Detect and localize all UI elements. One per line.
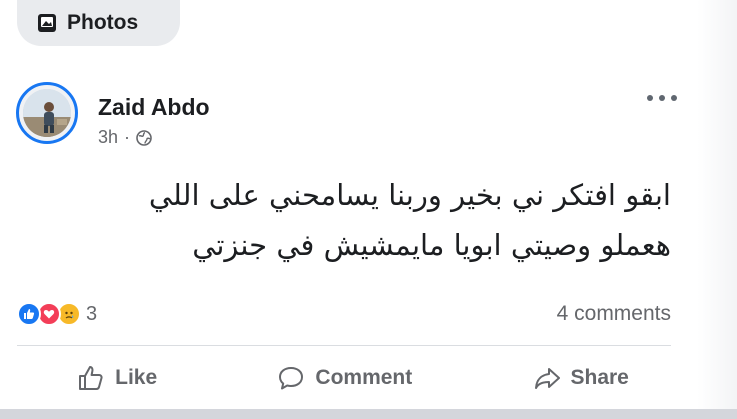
globe-icon[interactable]	[136, 129, 152, 146]
more-dot-icon	[659, 95, 665, 101]
divider	[17, 345, 671, 346]
like-icon	[77, 364, 105, 392]
meta-separator: ·	[124, 127, 131, 147]
post-meta: 3h ·	[98, 127, 152, 148]
feed-separator	[0, 409, 737, 419]
comment-button[interactable]: Comment	[277, 364, 412, 392]
post-time[interactable]: 3h	[98, 127, 118, 148]
avatar-photo	[23, 89, 71, 137]
background-edge	[697, 0, 737, 419]
like-label: Like	[115, 366, 158, 389]
photos-icon	[37, 13, 57, 33]
avatar[interactable]	[16, 82, 78, 144]
like-reaction-icon	[17, 302, 41, 326]
comment-icon	[277, 364, 305, 392]
post-text: ابقو افتكر ني بخير وربنا يسامحني على الل…	[31, 170, 671, 270]
more-options-button[interactable]	[647, 88, 677, 108]
more-dot-icon	[671, 95, 677, 101]
like-button[interactable]: Like	[77, 364, 157, 392]
post-text-line: هعملو وصيتي ابويا مايمشيش في جنزتي	[192, 228, 671, 262]
share-icon	[533, 364, 561, 392]
post-actions: Like Comment Share	[17, 352, 689, 404]
comment-label: Comment	[315, 366, 413, 389]
more-dot-icon	[647, 95, 653, 101]
share-button[interactable]: Share	[533, 364, 629, 392]
photos-tab-label: Photos	[67, 11, 139, 34]
reaction-count: 3	[86, 302, 98, 325]
photos-tab[interactable]: Photos	[17, 0, 180, 46]
share-label: Share	[570, 366, 629, 389]
post-text-line: ابقو افتكر ني بخير وربنا يسامحني على الل…	[148, 178, 671, 212]
reactions-summary[interactable]: 3	[17, 301, 97, 327]
comments-count[interactable]: 4 comments	[557, 302, 671, 326]
author-name[interactable]: Zaid Abdo	[98, 94, 210, 121]
